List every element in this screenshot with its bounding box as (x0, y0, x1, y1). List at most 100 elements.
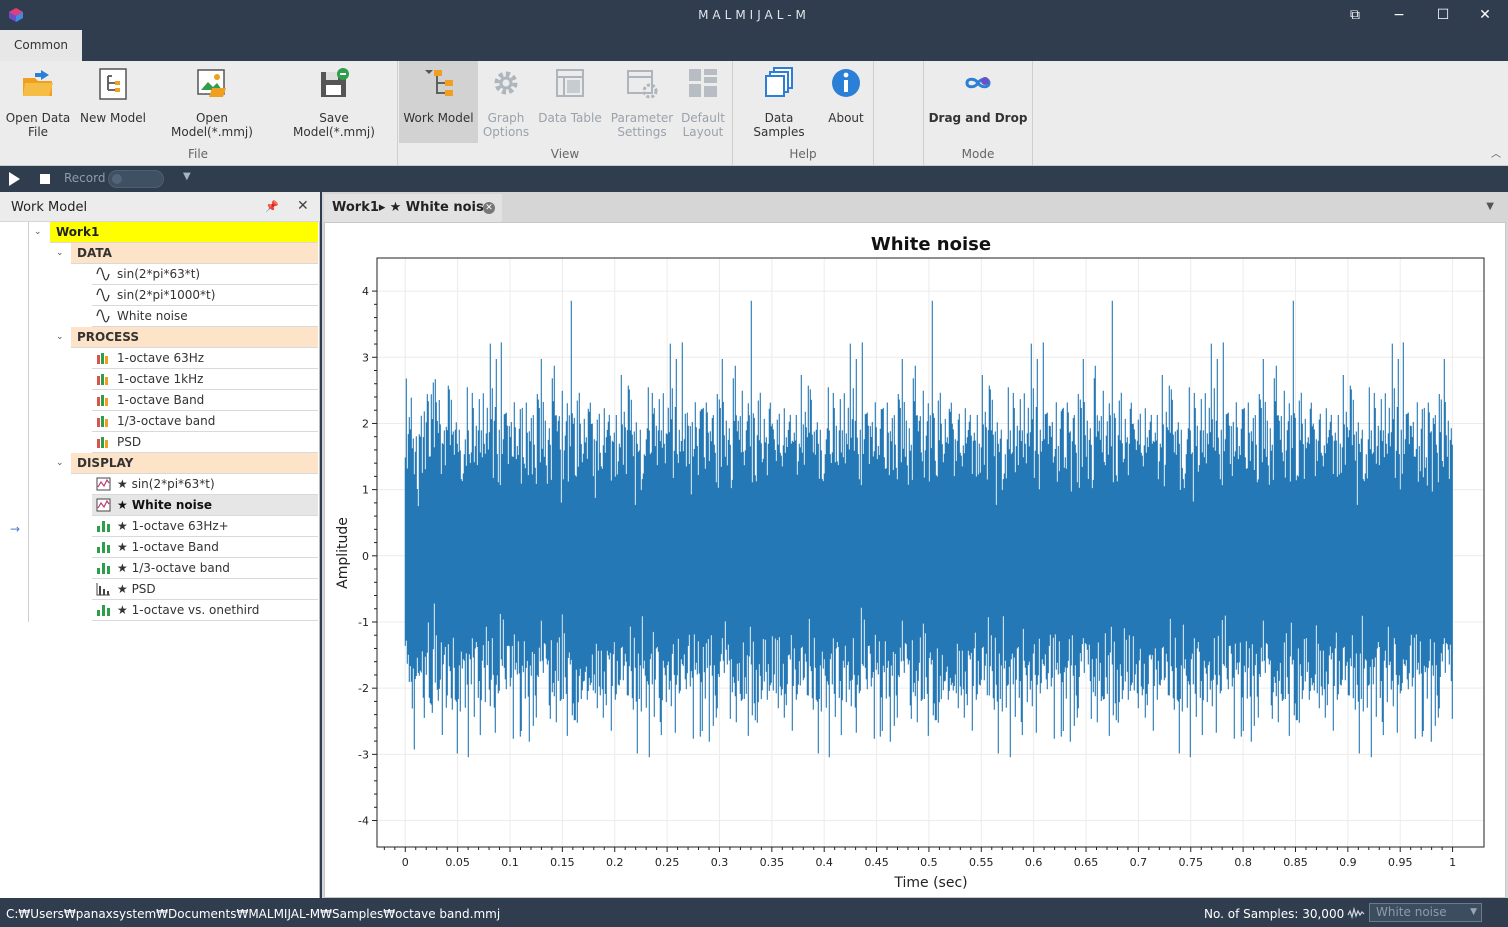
drag-and-drop-button[interactable]: Drag and Drop (928, 61, 1028, 143)
close-tab-icon[interactable]: ✕ (483, 202, 495, 214)
record-label: Record (64, 171, 106, 185)
chart-panel: White noise 0 0.05 0.1 0.15 0.2 0.25 0.3 0.35 0.… (324, 222, 1506, 898)
white-noise-chart[interactable]: White noise 0 0.05 0.1 0.15 0.2 0.25 0.3 0.35 0.… (325, 223, 1505, 897)
x-tick-label: 0.65 (1074, 856, 1099, 869)
tree-category-display[interactable]: DISPLAY (71, 453, 318, 474)
minimize-button[interactable]: − (1382, 4, 1416, 26)
info-icon (832, 69, 860, 97)
chart-title: White noise (871, 234, 991, 255)
y-tick-label: -1 (358, 616, 369, 629)
status-bar: C:₩Users₩panaxsystem₩Documents₩MALMIJAL-… (0, 898, 1508, 927)
drag-and-drop-icon (965, 77, 991, 89)
work-model-button[interactable]: Work Model (399, 61, 478, 143)
sample-count: No. of Samples: 30,000 (1204, 907, 1345, 921)
y-tick-label: 1 (362, 484, 369, 497)
help-group-label: Help (789, 147, 817, 161)
parameter-settings-button[interactable]: Parameter Settings (608, 61, 676, 143)
expand-icon[interactable]: ⌄ (56, 243, 64, 263)
tree-item-process[interactable]: 1-octave Band (92, 390, 318, 411)
bar-chart-icon (97, 353, 108, 364)
close-button[interactable]: ✕ (1468, 4, 1502, 26)
tab-list-dropdown-icon[interactable]: ▼ (1486, 201, 1494, 212)
file-group-label: File (187, 147, 209, 161)
tree-item-display[interactable]: ★ 1-octave Band (92, 537, 318, 558)
record-toggle[interactable] (108, 170, 164, 188)
save-model-button[interactable]: Save Model(*.mmj) (278, 61, 390, 143)
sine-wave-icon (96, 288, 110, 302)
data-samples-button[interactable]: Data Samples (738, 61, 820, 143)
about-button[interactable]: About (824, 61, 868, 143)
x-tick-label: 0.55 (969, 856, 994, 869)
y-axis-label: Amplitude (335, 517, 351, 589)
x-tick-label: 0.9 (1339, 856, 1357, 869)
document-tab[interactable]: Work1▸ ★ White noise ✕ (324, 194, 502, 222)
open-data-file-button[interactable]: Open Data File (4, 61, 72, 143)
x-tick-label: 0.75 (1179, 856, 1204, 869)
data-table-icon (556, 69, 584, 97)
tree-root-work1[interactable]: Work1 (50, 222, 318, 243)
x-tick-label: 0.1 (501, 856, 519, 869)
open-model-button[interactable]: Open Model(*.mmj) (154, 61, 270, 143)
ribbon-tab-strip: Common (0, 30, 1508, 61)
chevron-down-icon[interactable]: ▼ (183, 171, 191, 182)
x-tick-label: 0.05 (445, 856, 470, 869)
play-icon[interactable] (9, 172, 20, 186)
display-select[interactable]: White noise ▼ (1369, 903, 1482, 922)
green-bars-icon (97, 605, 110, 616)
stop-icon[interactable] (40, 174, 50, 184)
pin-icon[interactable]: 📌 (265, 200, 279, 213)
tree-gutter (28, 222, 29, 622)
tree-item-process[interactable]: 1-octave 63Hz (92, 348, 318, 369)
y-tick-label: 3 (362, 351, 369, 364)
expand-icon[interactable]: ⌄ (34, 222, 42, 242)
work-model-icon (424, 70, 453, 96)
y-axis-ticks: -4 -3 -2 -1 0 1 2 3 4 (358, 285, 377, 828)
tree-item-display[interactable]: ★ PSD (92, 579, 318, 600)
tree-item-display[interactable]: ★ sin(2*pi*63*t) (92, 474, 318, 495)
collapse-ribbon-icon[interactable]: ︿ (1491, 145, 1501, 160)
y-tick-label: -4 (358, 815, 369, 828)
data-table-button[interactable]: Data Table (536, 61, 604, 143)
x-tick-label: 0.85 (1283, 856, 1308, 869)
y-tick-label: 0 (362, 550, 369, 563)
close-icon[interactable]: ✕ (297, 198, 309, 214)
tree-item-process[interactable]: PSD (92, 432, 318, 453)
restore-layout-icon[interactable]: ⧉ (1338, 4, 1372, 26)
tree-item-data[interactable]: sin(2*pi*63*t) (92, 264, 318, 285)
tree-category-process[interactable]: PROCESS (71, 327, 318, 348)
tree-item-display-selected[interactable]: ★ White noise (92, 495, 318, 516)
view-group-label: View (550, 147, 580, 161)
tab-common[interactable]: Common (0, 30, 82, 61)
toggle-knob (112, 174, 122, 184)
x-tick-label: 0.5 (920, 856, 938, 869)
work-model-tree: → ⌄ Work1 ⌄ DATA sin(2*pi*63*t) sin(2*pi… (0, 222, 318, 622)
tree-item-data[interactable]: White noise (92, 306, 318, 327)
bar-chart-icon (97, 437, 108, 448)
maximize-button[interactable]: ☐ (1426, 4, 1460, 26)
line-graph-icon (96, 498, 111, 512)
x-tick-label: 0 (402, 856, 409, 869)
tree-item-display[interactable]: ★ 1-octave vs. onethird (92, 600, 318, 621)
tree-item-display[interactable]: ★ 1-octave 63Hz+ (92, 516, 318, 537)
layout-icon (689, 69, 717, 97)
bar-chart-icon (97, 395, 108, 406)
new-model-icon (99, 68, 127, 100)
chevron-down-icon: ▼ (1470, 907, 1477, 917)
green-bars-icon (97, 521, 110, 532)
tree-item-process[interactable]: 1-octave 1kHz (92, 369, 318, 390)
bar-chart-icon (97, 374, 108, 385)
graph-options-button[interactable]: Graph Options (478, 61, 534, 143)
new-model-button[interactable]: New Model (78, 61, 148, 143)
tree-item-display[interactable]: ★ 1/3-octave band (92, 558, 318, 579)
open-folder-icon (23, 70, 53, 96)
ribbon-divider (873, 61, 874, 165)
expand-icon[interactable]: ⌄ (56, 453, 64, 473)
tree-category-data[interactable]: DATA (71, 243, 318, 264)
x-tick-label: 0.8 (1234, 856, 1252, 869)
x-tick-label: 0.25 (655, 856, 680, 869)
x-tick-label: 0.3 (711, 856, 729, 869)
expand-icon[interactable]: ⌄ (56, 327, 64, 347)
tree-item-data[interactable]: sin(2*pi*1000*t) (92, 285, 318, 306)
default-layout-button[interactable]: Default Layout (678, 61, 728, 143)
tree-item-process[interactable]: 1/3-octave band (92, 411, 318, 432)
